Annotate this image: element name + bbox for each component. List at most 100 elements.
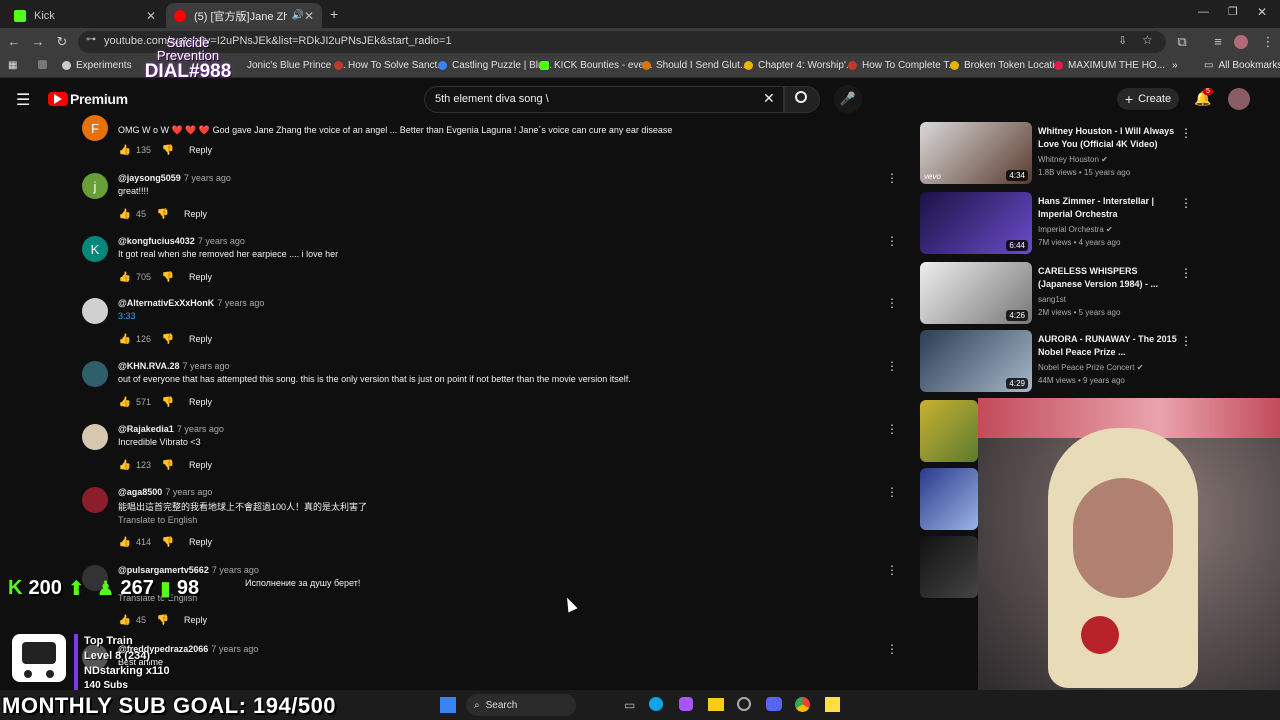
back-arrow-icon[interactable]: ← <box>6 34 22 50</box>
bookmark-item[interactable]: Jonic's Blue Prince -... <box>247 60 346 71</box>
bookmark-item[interactable]: MAXIMUM THE HO... <box>1054 60 1165 71</box>
bookmark-item[interactable]: How To Complete T... <box>848 60 957 71</box>
create-button[interactable]: + Create <box>1117 88 1179 110</box>
site-info-icon[interactable]: ⊶ <box>86 34 96 45</box>
video-thumbnail[interactable]: 6:44 <box>920 192 1032 254</box>
reply-button[interactable]: Reply <box>189 537 212 547</box>
thumbs-up-icon[interactable]: 👍 <box>118 397 132 408</box>
thumbs-down-icon[interactable]: 👎 <box>161 537 175 548</box>
avatar[interactable]: j <box>82 173 108 199</box>
bookmark-item[interactable]: Broken Token Locati... <box>950 60 1063 71</box>
edge-icon[interactable] <box>649 697 663 711</box>
video-card[interactable]: vevo 4:34 Whitney Houston - I Will Always… <box>920 122 1192 186</box>
bookmark-item[interactable]: Should I Send Glut... <box>642 60 748 71</box>
bookmark-item[interactable]: Castling Puzzle | Blu... <box>438 60 552 71</box>
account-avatar[interactable] <box>1228 88 1250 110</box>
video-thumbnail[interactable] <box>920 468 978 530</box>
bookmark-star-icon[interactable]: ☆ <box>1142 33 1153 47</box>
thumbs-down-icon[interactable]: 👎 <box>161 334 175 345</box>
avatar[interactable]: K <box>82 236 108 262</box>
reply-button[interactable]: Reply <box>189 460 212 470</box>
reply-button[interactable]: Reply <box>189 397 212 407</box>
reply-button[interactable]: Reply <box>189 334 212 344</box>
video-thumbnail[interactable] <box>920 536 978 598</box>
more-actions-icon[interactable]: ⋮ <box>886 234 898 248</box>
video-card[interactable]: 4:29 AURORA - RUNAWAY - The 2015 Nobel P… <box>920 330 1192 394</box>
avatar[interactable] <box>82 487 108 513</box>
forward-arrow-icon[interactable]: → <box>30 34 46 50</box>
discord-icon[interactable] <box>766 697 782 711</box>
video-thumbnail[interactable]: 4:26 <box>920 262 1032 324</box>
close-window-button[interactable]: ✕ <box>1257 5 1267 19</box>
thumbs-down-icon[interactable]: 👎 <box>156 209 170 220</box>
reload-icon[interactable]: ↻ <box>54 34 70 50</box>
more-actions-icon[interactable]: ⋮ <box>886 563 898 577</box>
thumbs-down-icon[interactable]: 👎 <box>161 397 175 408</box>
avatar[interactable]: F <box>82 115 108 141</box>
more-actions-icon[interactable]: ⋮ <box>1180 334 1192 348</box>
thumbs-up-icon[interactable]: 👍 <box>118 209 132 220</box>
thumbs-down-icon[interactable]: 👎 <box>161 460 175 471</box>
new-tab-button[interactable]: + <box>330 6 338 22</box>
bookmark-experiments[interactable]: Experiments <box>62 60 132 71</box>
search-button[interactable] <box>784 86 820 113</box>
video-title[interactable]: Whitney Houston - I Will Always Love You… <box>1038 125 1178 151</box>
all-bookmarks-button[interactable]: ▭ All Bookmarks <box>1204 60 1280 71</box>
reply-button[interactable]: Reply <box>184 209 207 219</box>
video-title[interactable]: CARELESS WHISPERS (Japanese Version 1984… <box>1038 265 1178 291</box>
copilot-icon[interactable] <box>679 697 693 711</box>
microphone-icon[interactable]: 🎤 <box>834 85 862 113</box>
bookmark-item[interactable]: KICK Bounties - eve... <box>540 60 652 71</box>
comment-author[interactable]: @aga8500 7 years ago <box>118 487 212 497</box>
more-actions-icon[interactable]: ⋮ <box>1180 126 1192 140</box>
taskbar-search[interactable]: ⌕ Search <box>466 694 576 716</box>
thumbs-down-icon[interactable]: 👎 <box>161 145 175 156</box>
more-actions-icon[interactable]: ⋮ <box>1180 196 1192 210</box>
thumbs-up-icon[interactable]: 👍 <box>118 537 132 548</box>
thumbs-up-icon[interactable]: 👍 <box>118 334 132 345</box>
thumbs-up-icon[interactable]: 👍 <box>118 615 132 626</box>
file-explorer-icon[interactable] <box>708 698 724 711</box>
video-thumbnail[interactable]: vevo 4:34 <box>920 122 1032 184</box>
minimize-button[interactable]: — <box>1198 6 1209 18</box>
tab-kick[interactable]: Kick ✕ <box>6 3 164 28</box>
comment-author[interactable]: @Rajakedia1 7 years ago <box>118 424 224 434</box>
video-thumbnail[interactable] <box>920 400 978 462</box>
channel-name[interactable]: sang1st <box>1038 295 1066 304</box>
more-actions-icon[interactable]: ⋮ <box>886 359 898 373</box>
thumbs-up-icon[interactable]: 👍 <box>118 145 132 156</box>
more-actions-icon[interactable]: ⋮ <box>886 422 898 436</box>
reply-button[interactable]: Reply <box>189 272 212 282</box>
sticky-notes-icon[interactable] <box>825 697 840 712</box>
comment-author[interactable]: @KHN.RVA.28 7 years ago <box>118 361 230 371</box>
thumbs-up-icon[interactable]: 👍 <box>118 460 132 471</box>
comment-author[interactable]: @AlternativExXxHonK 7 years ago <box>118 298 264 308</box>
windows-start-icon[interactable] <box>440 697 456 713</box>
thumbs-up-icon[interactable]: 👍 <box>118 272 132 283</box>
channel-name[interactable]: Whitney Houston ✔ <box>1038 155 1108 164</box>
reply-button[interactable]: Reply <box>189 145 212 155</box>
youtube-premium-label[interactable]: Premium <box>70 91 128 107</box>
timestamp-link[interactable]: 3:33 <box>118 311 136 321</box>
thumbs-down-icon[interactable]: 👎 <box>161 272 175 283</box>
profile-avatar[interactable] <box>1234 35 1248 49</box>
bookmark-item[interactable] <box>38 60 52 69</box>
chrome-menu-icon[interactable]: ⋮ <box>1260 34 1276 50</box>
task-view-icon[interactable]: ▭ <box>624 698 635 712</box>
apps-grid-icon[interactable]: ▦ <box>8 60 17 71</box>
search-input[interactable]: 5th element diva song \ ✕ <box>424 86 784 113</box>
more-actions-icon[interactable]: ⋮ <box>886 485 898 499</box>
translate-link[interactable]: Translate to English <box>118 515 197 525</box>
close-tab-icon[interactable]: ✕ <box>304 9 314 23</box>
comment-author[interactable]: @kongfucius4032 7 years ago <box>118 236 245 246</box>
comment-author[interactable]: @jaysong5059 7 years ago <box>118 173 231 183</box>
more-actions-icon[interactable]: ⋮ <box>886 296 898 310</box>
more-actions-icon[interactable]: ⋮ <box>886 171 898 185</box>
tab-youtube[interactable]: (5) [官方版]Jane Zhang-The 🔊 ✕ <box>166 3 322 28</box>
reply-button[interactable]: Reply <box>184 615 207 625</box>
clear-search-icon[interactable]: ✕ <box>763 90 775 107</box>
video-thumbnail[interactable]: 4:29 <box>920 330 1032 392</box>
audio-icon[interactable]: 🔊 <box>291 10 303 21</box>
video-title[interactable]: AURORA - RUNAWAY - The 2015 Nobel Peace … <box>1038 333 1178 359</box>
thumbs-down-icon[interactable]: 👎 <box>156 615 170 626</box>
